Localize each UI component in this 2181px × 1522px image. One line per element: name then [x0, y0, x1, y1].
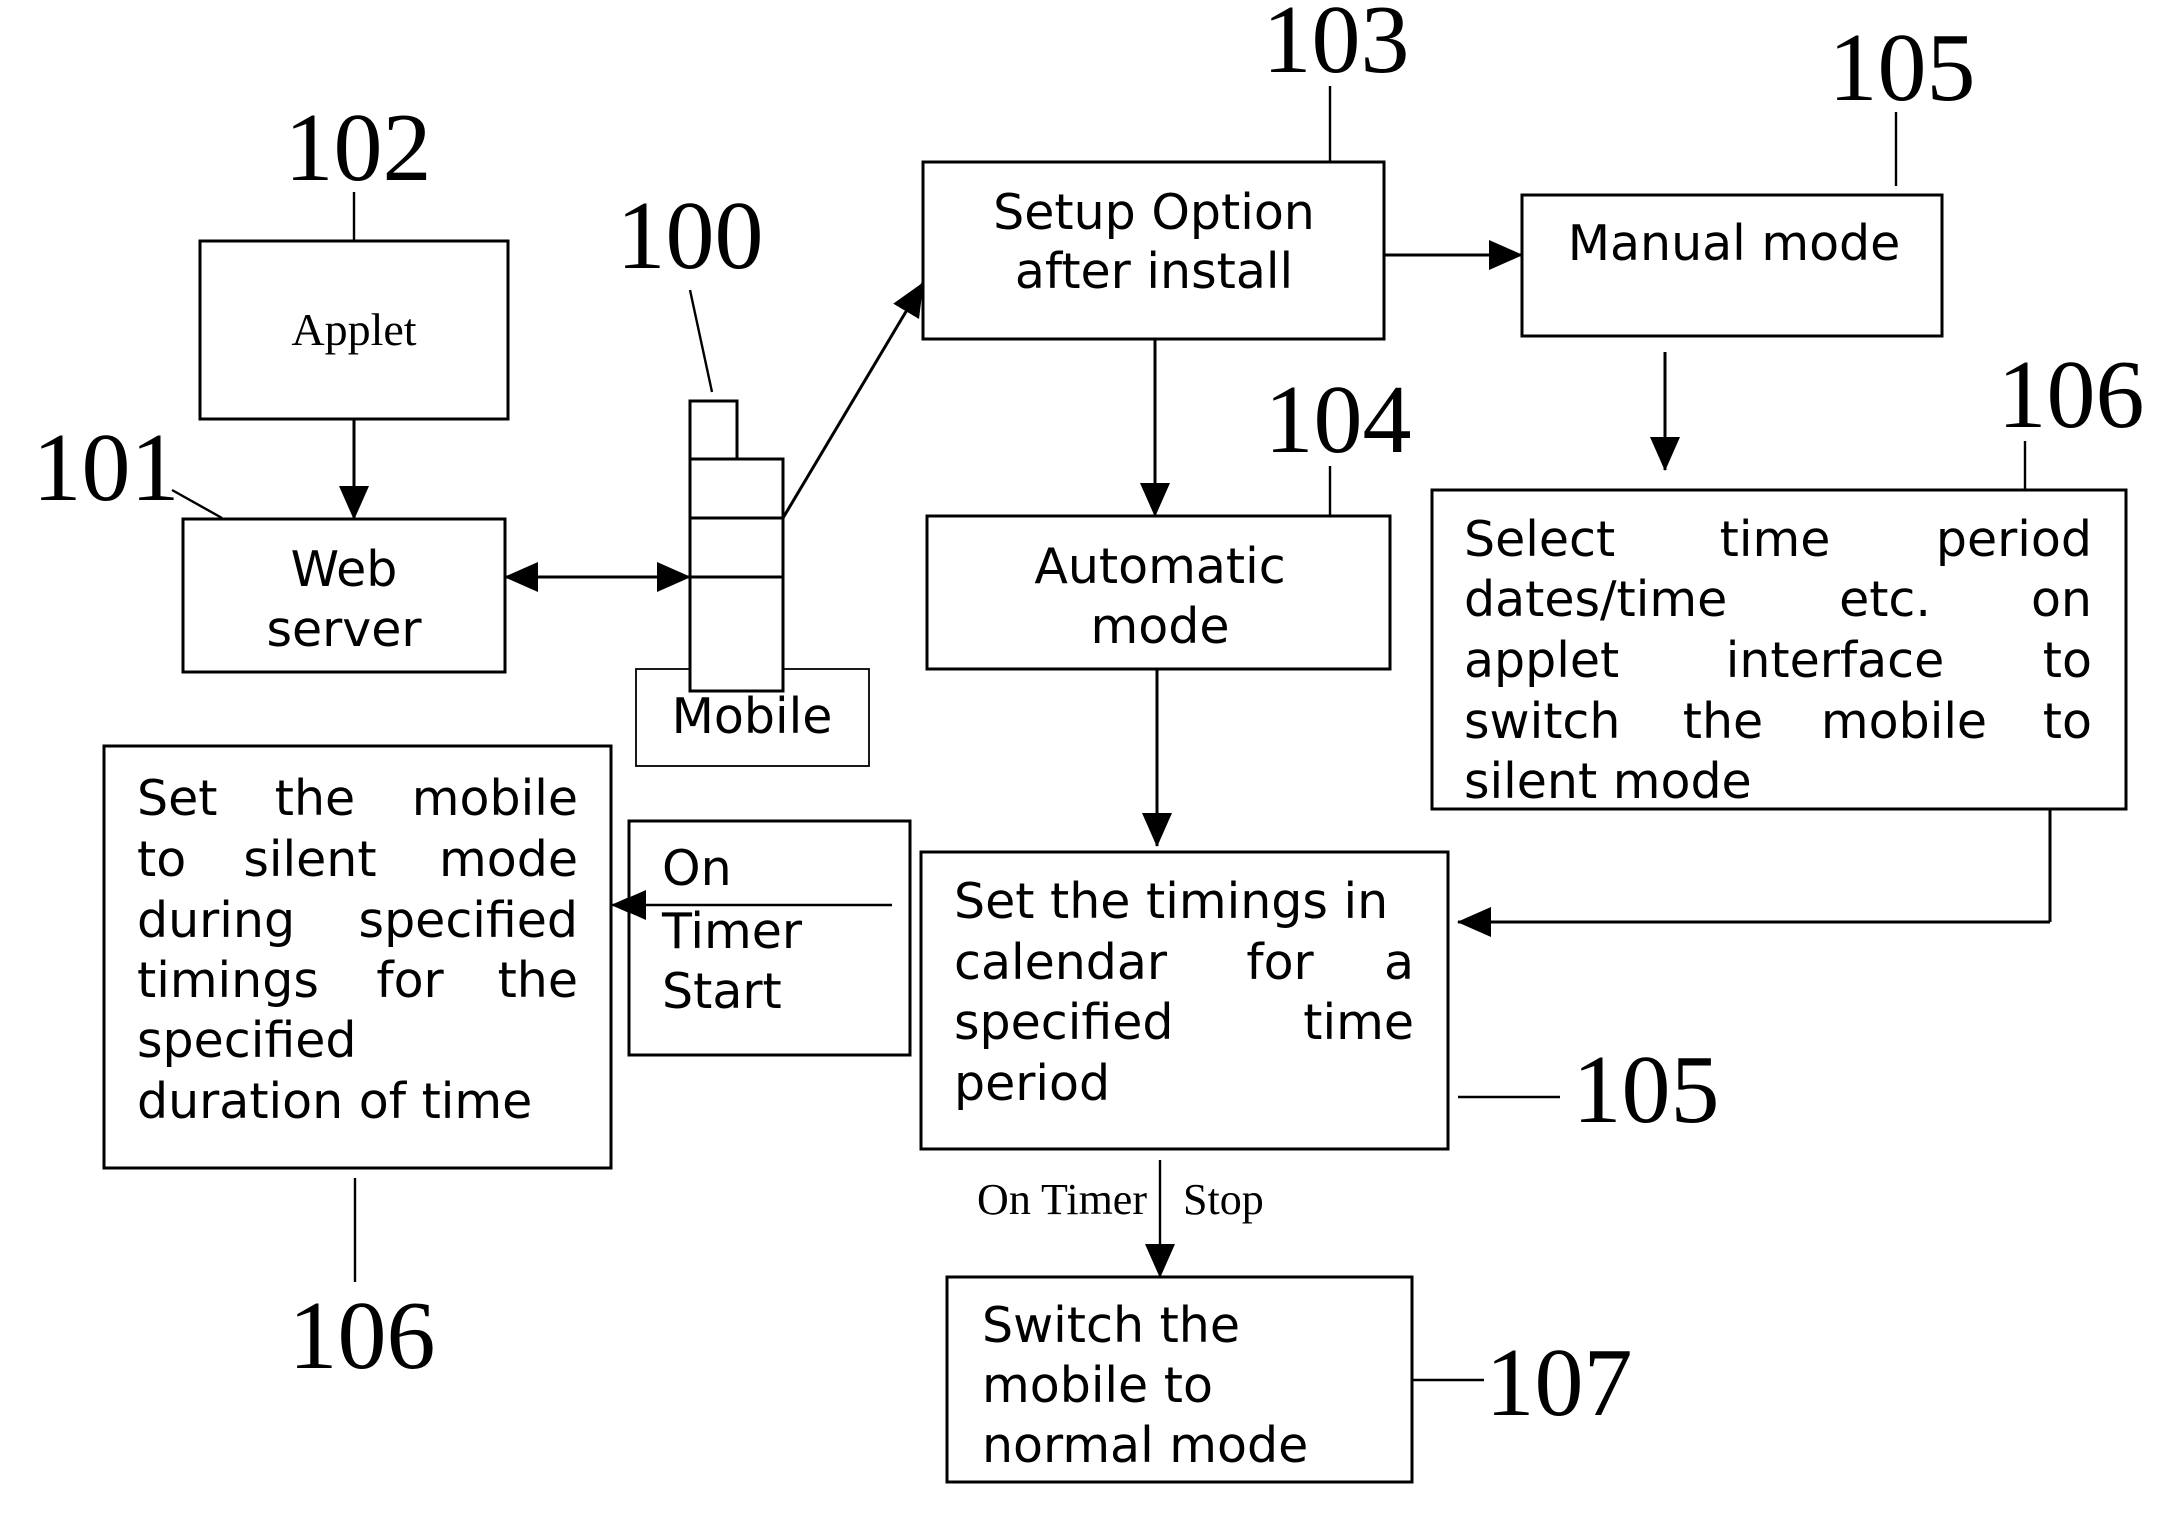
flowchart-diagram: Applet 102 Web server 101 Mobile 100 Set… [33, 0, 2145, 1484]
applet-node: Applet [198, 239, 510, 421]
ref-105-top: 105 [1829, 14, 1976, 122]
select-word: to [2043, 632, 2092, 689]
select-word: the [1683, 693, 1763, 750]
set-timings-word: Set the timings in [954, 873, 1388, 930]
select-word: time [1720, 511, 1831, 568]
automatic-label-line1: Automatic [1034, 538, 1285, 595]
timer-start-node: On Timer Start [627, 819, 912, 1057]
select-word: Select [1464, 511, 1615, 568]
select-node: Select time period dates/time etc. on ap… [1430, 488, 2128, 811]
ref-101-leader [171, 488, 223, 520]
arrow-mobile-to-setup [781, 282, 925, 519]
automatic-label-line2: mode [1091, 598, 1230, 655]
applet-label: Applet [291, 304, 416, 355]
silent-word: to [137, 831, 186, 888]
setup-label-line2: after install [1015, 243, 1293, 300]
set-timings-word: calendar [954, 934, 1168, 991]
mobile-label: Mobile [672, 688, 833, 745]
ref-100-leader [688, 289, 714, 393]
mobile-node: Mobile [635, 399, 870, 767]
web-server-node: Web server [181, 517, 507, 674]
mobile-antenna [688, 399, 739, 461]
select-word: period [1936, 511, 2092, 568]
silent-word: the [498, 952, 578, 1009]
set-timings-word: specified [954, 994, 1173, 1051]
ref-101: 101 [33, 414, 180, 522]
select-word: on [2031, 571, 2092, 628]
select-word: applet [1464, 632, 1619, 689]
silent-node: Set the mobile to silent mode during spe… [102, 744, 613, 1170]
select-word: dates/time [1464, 571, 1727, 628]
set-timings-word: a [1384, 934, 1414, 991]
web-server-label-line2: server [266, 601, 422, 658]
ref-107: 107 [1486, 1329, 1633, 1437]
setup-node: Setup Option after install [921, 160, 1386, 341]
silent-word: mode [439, 831, 578, 888]
set-timings-word: for [1246, 934, 1314, 991]
timer-start-line3: Start [662, 963, 782, 1020]
manual-node: Manual mode [1520, 193, 1944, 338]
silent-word: timings [137, 952, 319, 1009]
ref-100: 100 [617, 182, 764, 290]
switch-normal-line1: Switch the [982, 1297, 1240, 1354]
silent-word: duration of time [137, 1073, 532, 1130]
ref-106-left: 106 [289, 1282, 436, 1390]
timer-stop-label-left: On Timer [977, 1175, 1147, 1224]
silent-word: specified [359, 892, 578, 949]
select-word: interface [1726, 632, 1945, 689]
ref-102: 102 [285, 94, 432, 202]
silent-word: Set [137, 770, 217, 827]
set-timings-node: Set the timings in calendar for a specif… [919, 850, 1450, 1151]
switch-normal-line2: mobile to [982, 1357, 1213, 1414]
manual-label: Manual mode [1568, 215, 1901, 272]
ref-106-right: 106 [1998, 341, 2145, 449]
set-timings-word: time [1303, 994, 1414, 1051]
timer-start-line2: Timer [661, 903, 803, 960]
silent-word: silent [243, 831, 376, 888]
ref-103: 103 [1263, 0, 1410, 94]
set-timings-word: period [954, 1055, 1110, 1112]
silent-word: during [137, 892, 295, 949]
switch-normal-line3: normal mode [982, 1417, 1308, 1474]
select-word: etc. [1839, 571, 1931, 628]
select-word: to [2043, 693, 2092, 750]
select-word: silent mode [1464, 753, 1752, 810]
silent-word: for [376, 952, 444, 1009]
timer-start-line1: On [662, 840, 732, 897]
timer-stop-label-right: Stop [1183, 1175, 1264, 1224]
silent-word: mobile [412, 770, 578, 827]
mobile-body [688, 457, 785, 693]
select-word: mobile [1821, 693, 1987, 750]
switch-normal-node: Switch the mobile to normal mode [945, 1275, 1414, 1484]
ref-104: 104 [1265, 366, 1412, 474]
web-server-label-line1: Web [291, 541, 398, 598]
select-word: switch [1464, 693, 1620, 750]
setup-label-line1: Setup Option [993, 184, 1315, 241]
automatic-node: Automatic mode [925, 514, 1392, 671]
ref-105-bottom: 105 [1573, 1036, 1720, 1144]
silent-word: specified [137, 1012, 356, 1069]
silent-word: the [275, 770, 355, 827]
